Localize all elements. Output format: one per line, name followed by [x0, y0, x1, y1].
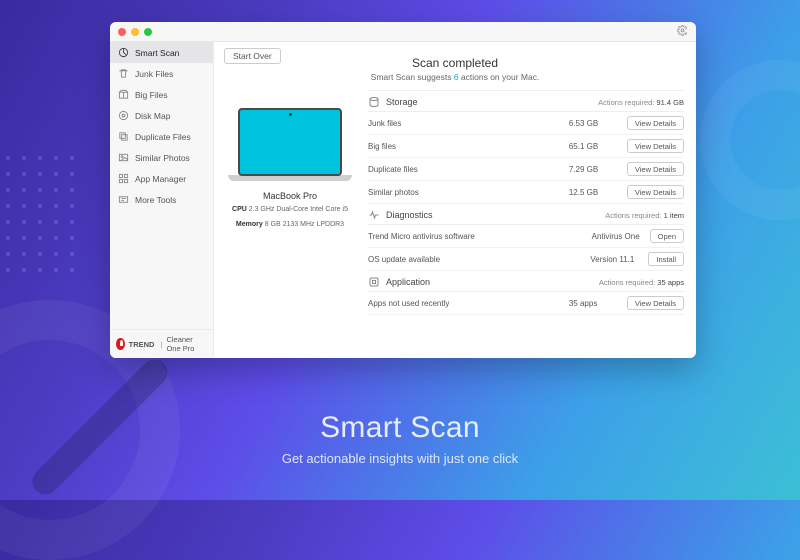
category-header-storage: Storage Actions required: 91.4 GB	[368, 91, 684, 112]
cpu-value: 2.3 GHz Dual-Core Intel Core i5	[249, 206, 348, 213]
view-details-button[interactable]: View Details	[627, 162, 684, 176]
mem-label: Memory	[236, 221, 263, 228]
subtitle-pre: Smart Scan suggests	[371, 72, 454, 82]
sidebar-item-label: Big Files	[135, 90, 168, 100]
category-header-diagnostics: Diagnostics Actions required: 1 item	[368, 204, 684, 225]
device-mem-line: Memory 8 GB 2133 MHz LPDDR3	[236, 220, 344, 231]
more-icon	[118, 194, 129, 205]
row-label: Trend Micro antivirus software	[368, 232, 592, 241]
window-zoom-icon[interactable]	[144, 28, 152, 36]
result-row: Trend Micro antivirus softwareAntivirus …	[368, 225, 684, 248]
sidebar: Smart Scan Junk Files Big Files Disk Map…	[110, 42, 214, 358]
sidebar-item-label: App Manager	[135, 174, 186, 184]
sidebar-item-junk-files[interactable]: Junk Files	[110, 63, 213, 84]
disk-icon	[118, 110, 129, 121]
drive-icon	[368, 96, 380, 108]
category-required: Actions required: 1 item	[605, 211, 684, 220]
sidebar-item-label: Junk Files	[135, 69, 173, 79]
row-value: 35 apps	[569, 299, 627, 308]
trend-micro-logo-icon	[116, 338, 125, 350]
sidebar-item-disk-map[interactable]: Disk Map	[110, 105, 213, 126]
sidebar-item-app-manager[interactable]: App Manager	[110, 168, 213, 189]
scan-header: Scan completed Smart Scan suggests 6 act…	[214, 56, 696, 86]
req-label: Actions required:	[598, 98, 654, 107]
decor-dots	[0, 150, 80, 280]
install-button[interactable]: Install	[648, 252, 684, 266]
sidebar-item-duplicate-files[interactable]: Duplicate Files	[110, 126, 213, 147]
category-title: Diagnostics	[386, 210, 599, 220]
row-label: Big files	[368, 142, 569, 151]
titlebar	[110, 22, 696, 42]
row-label: Apps not used recently	[368, 299, 569, 308]
row-value: Antivirus One	[592, 232, 650, 241]
pulse-icon	[368, 209, 380, 221]
sidebar-item-label: Smart Scan	[135, 48, 179, 58]
view-details-button[interactable]: View Details	[627, 116, 684, 130]
photo-icon	[118, 152, 129, 163]
app-icon	[368, 276, 380, 288]
window-close-icon[interactable]	[118, 28, 126, 36]
category-header-application: Application Actions required: 35 apps	[368, 271, 684, 292]
req-value: 35 apps	[657, 278, 684, 287]
sidebar-item-big-files[interactable]: Big Files	[110, 84, 213, 105]
app-window: Smart Scan Junk Files Big Files Disk Map…	[110, 22, 696, 358]
category-required: Actions required: 91.4 GB	[598, 98, 684, 107]
category-title: Storage	[386, 97, 592, 107]
row-label: Duplicate files	[368, 165, 569, 174]
view-details-button[interactable]: View Details	[627, 139, 684, 153]
window-minimize-icon[interactable]	[131, 28, 139, 36]
row-value: 12.5 GB	[569, 188, 627, 197]
device-panel: MacBook Pro CPU 2.3 GHz Dual-Core Intel …	[226, 90, 354, 350]
sidebar-item-similar-photos[interactable]: Similar Photos	[110, 147, 213, 168]
radar-icon	[118, 47, 129, 58]
sidebar-item-more-tools[interactable]: More Tools	[110, 189, 213, 210]
page-title: Scan completed	[214, 56, 696, 70]
result-row: Big files65.1 GBView Details	[368, 135, 684, 158]
row-label: Junk files	[368, 119, 569, 128]
req-label: Actions required:	[599, 278, 655, 287]
row-value: 7.29 GB	[569, 165, 627, 174]
trash-icon	[118, 68, 129, 79]
view-details-button[interactable]: View Details	[627, 296, 684, 310]
result-row: Apps not used recently35 appsView Detail…	[368, 292, 684, 315]
decor-ring	[700, 60, 800, 220]
brand-text: TREND	[129, 340, 155, 349]
sidebar-item-smart-scan[interactable]: Smart Scan	[110, 42, 213, 63]
results-panel: Storage Actions required: 91.4 GB Junk f…	[368, 90, 684, 350]
gear-icon[interactable]	[677, 25, 688, 39]
row-label: OS update available	[368, 255, 590, 264]
box-icon	[118, 89, 129, 100]
view-details-button[interactable]: View Details	[627, 185, 684, 199]
open-button[interactable]: Open	[650, 229, 684, 243]
row-value: 6.53 GB	[569, 119, 627, 128]
req-value: 1 item	[664, 211, 684, 220]
sidebar-item-label: Duplicate Files	[135, 132, 191, 142]
sidebar-item-label: More Tools	[135, 195, 176, 205]
subtitle-post: actions on your Mac.	[459, 72, 540, 82]
sidebar-footer: TREND | Cleaner One Pro	[110, 329, 213, 358]
mem-value: 8 GB 2133 MHz LPDDR3	[265, 221, 344, 228]
result-row: Duplicate files7.29 GBView Details	[368, 158, 684, 181]
cpu-label: CPU	[232, 206, 247, 213]
device-cpu-line: CPU 2.3 GHz Dual-Core Intel Core i5	[232, 205, 348, 216]
apps-icon	[118, 173, 129, 184]
row-label: Similar photos	[368, 188, 569, 197]
category-title: Application	[386, 277, 593, 287]
req-value: 91.4 GB	[656, 98, 684, 107]
main-pane: Start Over Scan completed Smart Scan sug…	[214, 42, 696, 358]
sidebar-item-label: Disk Map	[135, 111, 170, 121]
product-name: Cleaner One Pro	[166, 335, 207, 353]
sidebar-item-label: Similar Photos	[135, 153, 190, 163]
result-row: Junk files6.53 GBView Details	[368, 112, 684, 135]
req-label: Actions required:	[605, 211, 661, 220]
duplicate-icon	[118, 131, 129, 142]
result-row: OS update availableVersion 11.1Install	[368, 248, 684, 271]
device-name: MacBook Pro	[263, 191, 317, 201]
page-subtitle: Smart Scan suggests 6 actions on your Ma…	[214, 72, 696, 82]
category-required: Actions required: 35 apps	[599, 278, 684, 287]
row-value: Version 11.1	[590, 255, 648, 264]
result-row: Similar photos12.5 GBView Details	[368, 181, 684, 204]
row-value: 65.1 GB	[569, 142, 627, 151]
laptop-icon	[238, 108, 342, 176]
